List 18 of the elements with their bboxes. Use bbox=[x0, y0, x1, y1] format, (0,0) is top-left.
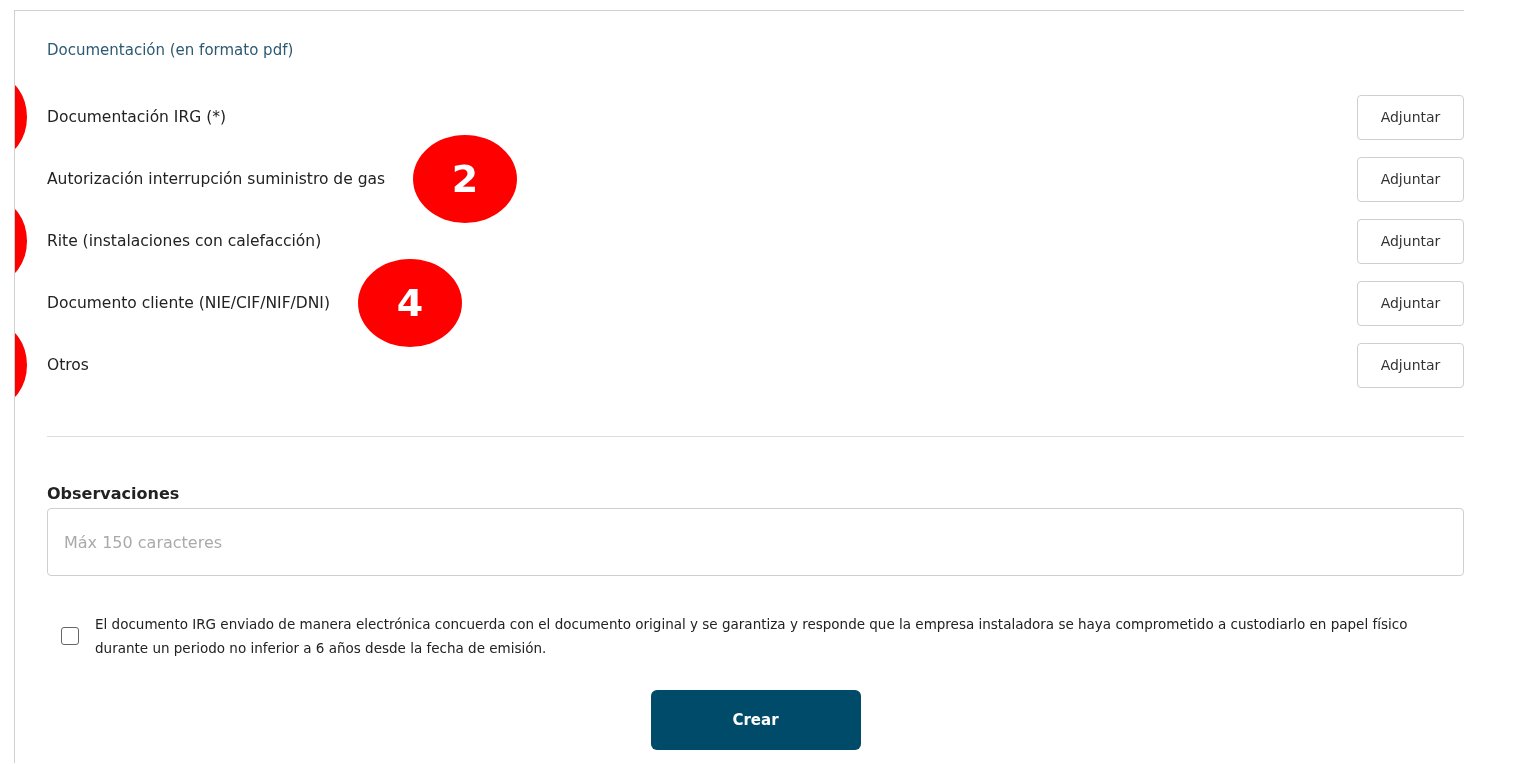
callout-marker: 4 bbox=[357, 259, 462, 347]
attach-button[interactable]: Adjuntar bbox=[1357, 342, 1464, 388]
consent-text: El documento IRG enviado de manera electrónica concuerda con el documento original y se garantiza y responde que la empresa instaladora se haya comprometido a custodiarlo en papel físico durante un periodo no inferior a 6 años desde la fecha de emisión. bbox=[95, 615, 1409, 658]
document-label: Documentación IRG (*) bbox=[47, 108, 226, 126]
document-label: Rite (instalaciones con calefacción) bbox=[47, 232, 322, 250]
attach-button[interactable]: Adjuntar bbox=[1357, 218, 1464, 264]
document-label: Otros bbox=[47, 356, 89, 374]
attach-button[interactable]: Adjuntar bbox=[1357, 280, 1464, 326]
document-label: Autorización interrupción suministro de gas bbox=[47, 170, 386, 188]
field-label: Observaciones bbox=[47, 483, 181, 505]
consent-checkbox[interactable] bbox=[61, 627, 79, 645]
attach-button[interactable]: Adjuntar bbox=[1357, 156, 1464, 202]
create-button[interactable]: Crear bbox=[650, 690, 861, 750]
attach-button[interactable]: Adjuntar bbox=[1357, 94, 1464, 140]
observations-field[interactable]: Máx 150 caracteres bbox=[47, 508, 1464, 576]
callout-marker: 2 bbox=[413, 135, 518, 223]
document-label: Documento cliente (NIE/CIF/NIF/DNI) bbox=[47, 294, 330, 312]
section-title: Documentación (en formato pdf) bbox=[47, 40, 295, 61]
